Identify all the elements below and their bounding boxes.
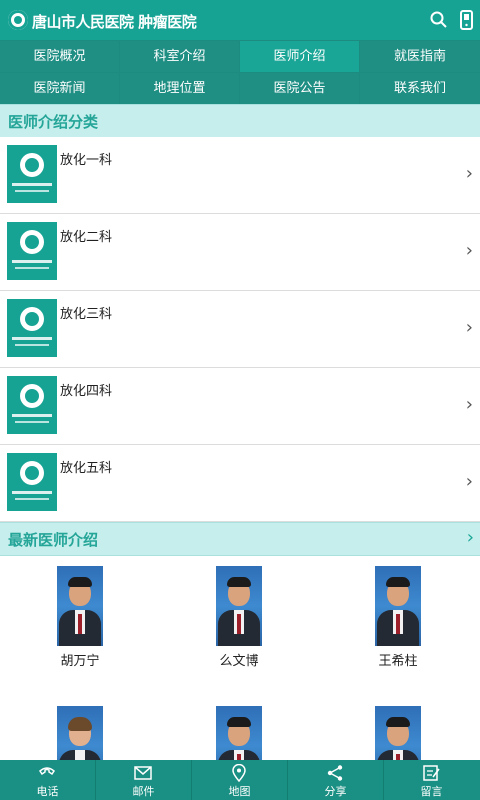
department-section-header: 医师介绍分类 xyxy=(0,104,480,138)
doctor-photo xyxy=(375,566,421,646)
doctor-photo xyxy=(375,706,421,760)
department-name: 放化三科 xyxy=(60,307,113,322)
doctor-photo xyxy=(57,706,103,760)
doctor-photo xyxy=(57,566,103,646)
department-section-title: 医师介绍分类 xyxy=(8,113,99,131)
doctor-card[interactable]: 王希柱 xyxy=(338,566,458,676)
department-thumbnail xyxy=(7,145,57,203)
chevron-right-icon: › xyxy=(465,163,473,184)
map-pin-icon xyxy=(232,764,246,782)
tab-share[interactable]: 分享 xyxy=(288,760,384,800)
department-thumbnail xyxy=(7,299,57,357)
nav-hospital-overview[interactable]: 医院概况 xyxy=(0,41,119,72)
hospital-logo-icon xyxy=(8,10,28,30)
tab-map[interactable]: 地图 xyxy=(192,760,288,800)
doctor-name: 胡万宁 xyxy=(60,654,100,669)
mail-icon xyxy=(134,766,152,780)
tab-label: 分享 xyxy=(324,785,347,798)
tab-label: 留言 xyxy=(420,785,443,798)
nav-grid: 医院概况 科室介绍 医师介绍 就医指南 医院新闻 地理位置 医院公告 联系我们 xyxy=(0,40,480,104)
brand-title: 唐山市人民医院 肿瘤医院 xyxy=(32,13,197,31)
chevron-right-icon: › xyxy=(465,471,473,492)
department-thumbnail xyxy=(7,376,57,434)
nav-department-intro[interactable]: 科室介绍 xyxy=(120,41,239,72)
nav-doctor-intro[interactable]: 医师介绍 xyxy=(240,41,359,72)
department-thumbnail xyxy=(7,453,57,511)
doctor-card[interactable] xyxy=(338,706,458,760)
search-icon[interactable] xyxy=(428,9,450,31)
department-thumbnail xyxy=(7,222,57,280)
share-icon xyxy=(327,765,343,781)
tab-label: 地图 xyxy=(228,785,251,798)
department-name: 放化二科 xyxy=(60,230,113,245)
bottom-tab-bar: 电话 邮件 地图 分享 留言 xyxy=(0,760,480,800)
mobile-phone-icon[interactable] xyxy=(456,9,478,31)
doctor-card[interactable]: 么文博 xyxy=(179,566,299,676)
department-name: 放化一科 xyxy=(60,153,113,168)
chevron-right-icon: › xyxy=(465,240,473,261)
doctor-section-title: 最新医师介绍 xyxy=(8,531,99,549)
chevron-right-icon: › xyxy=(466,527,474,548)
phone-icon xyxy=(39,767,55,776)
tab-phone[interactable]: 电话 xyxy=(0,760,96,800)
doctor-card[interactable] xyxy=(20,706,140,760)
list-item-department[interactable]: 放化四科 › xyxy=(0,368,480,445)
department-name: 放化五科 xyxy=(60,461,113,476)
top-bar: 唐山市人民医院 肿瘤医院 xyxy=(0,0,480,40)
tab-message[interactable]: 留言 xyxy=(384,760,480,800)
nav-location[interactable]: 地理位置 xyxy=(120,73,239,104)
doctor-photo xyxy=(216,706,262,760)
list-item-department[interactable]: 放化五科 › xyxy=(0,445,480,522)
list-item-department[interactable]: 放化一科 › xyxy=(0,137,480,214)
doctor-name: 王希柱 xyxy=(378,654,418,669)
tab-mail[interactable]: 邮件 xyxy=(96,760,192,800)
message-icon xyxy=(423,765,440,781)
doctor-name: 么文博 xyxy=(219,654,259,669)
doctor-section-header[interactable]: 最新医师介绍 › xyxy=(0,522,480,556)
chevron-right-icon: › xyxy=(465,317,473,338)
tab-label: 邮件 xyxy=(132,785,155,798)
doctor-card[interactable]: 胡万宁 xyxy=(20,566,140,676)
chevron-right-icon: › xyxy=(465,394,473,415)
nav-announcements[interactable]: 医院公告 xyxy=(240,73,359,104)
doctor-card[interactable] xyxy=(179,706,299,760)
nav-medical-guide[interactable]: 就医指南 xyxy=(360,41,480,72)
tab-label: 电话 xyxy=(36,785,59,798)
department-name: 放化四科 xyxy=(60,384,113,399)
list-item-department[interactable]: 放化二科 › xyxy=(0,214,480,291)
nav-contact-us[interactable]: 联系我们 xyxy=(360,73,480,104)
nav-hospital-news[interactable]: 医院新闻 xyxy=(0,73,119,104)
doctor-photo xyxy=(216,566,262,646)
list-item-department[interactable]: 放化三科 › xyxy=(0,291,480,368)
